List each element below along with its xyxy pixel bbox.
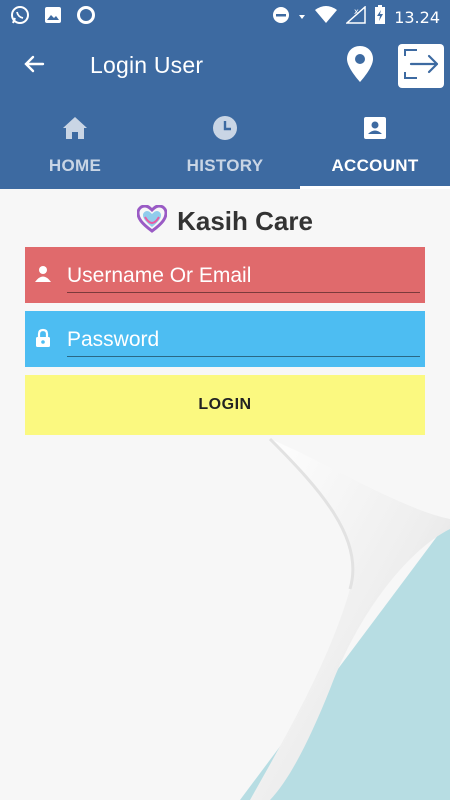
- gallery-icon: [44, 6, 62, 29]
- svg-text:x: x: [354, 7, 359, 16]
- tab-history-label: HISTORY: [186, 156, 264, 175]
- status-bar: x 13.24: [0, 0, 450, 33]
- password-field: [25, 311, 425, 367]
- wifi-icon: [314, 6, 338, 29]
- brand-header: Kasih Care: [0, 204, 450, 238]
- account-box-icon: [363, 114, 387, 142]
- signal-icon: x: [345, 5, 366, 29]
- username-input[interactable]: [67, 259, 420, 293]
- lock-icon: [32, 327, 54, 349]
- person-icon: [32, 263, 54, 285]
- location-button[interactable]: [340, 43, 380, 89]
- heart-logo-icon: [136, 204, 168, 238]
- logout-button[interactable]: [398, 44, 444, 88]
- home-icon: [62, 114, 88, 142]
- sync-icon: [76, 5, 96, 30]
- login-content: Kasih Care LOGIN: [0, 189, 450, 800]
- tab-account-label: ACCOUNT: [331, 156, 419, 175]
- logout-icon: [401, 46, 441, 87]
- password-input[interactable]: [67, 323, 420, 357]
- tab-bar: HOME HISTORY ACCOUNT: [0, 99, 450, 189]
- page-title: Login User: [90, 52, 204, 78]
- map-pin-icon: [346, 45, 374, 88]
- tab-home-label: HOME: [48, 156, 102, 175]
- tab-home[interactable]: HOME: [0, 99, 150, 189]
- tab-history[interactable]: HISTORY: [150, 99, 300, 189]
- arrow-left-icon: [22, 52, 46, 81]
- clock-icon: [212, 114, 238, 142]
- username-field: [25, 247, 425, 303]
- do-not-disturb-icon: [272, 6, 290, 29]
- battery-charging-icon: [374, 5, 386, 30]
- vibrate-arrow-icon: [298, 6, 306, 29]
- back-button[interactable]: [16, 50, 52, 82]
- brand-name: Kasih Care: [177, 206, 313, 236]
- login-button[interactable]: LOGIN: [25, 375, 425, 435]
- status-clock: 13.24: [394, 8, 440, 27]
- tab-account[interactable]: ACCOUNT: [300, 99, 450, 189]
- app-bar: Login User: [0, 33, 450, 99]
- whatsapp-icon: [10, 5, 30, 30]
